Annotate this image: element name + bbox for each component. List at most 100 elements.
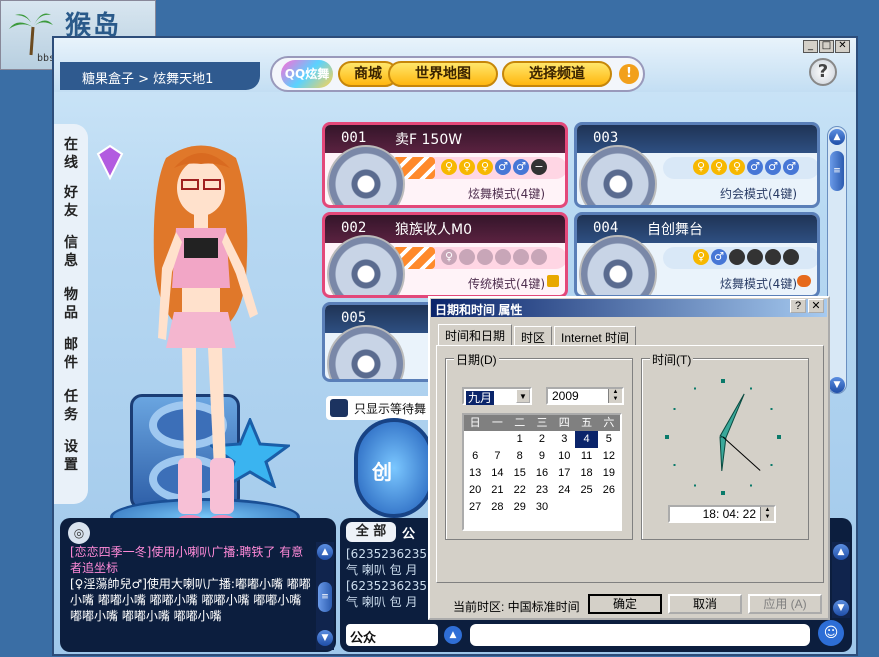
apply-button[interactable]: 应用 (A) (748, 594, 822, 614)
chat-tab-public[interactable]: 公 (402, 523, 415, 542)
calendar-day[interactable]: 2 (531, 431, 553, 448)
maximize-button[interactable]: □ (819, 40, 834, 53)
channel-dropdown-button[interactable]: ▲ (444, 626, 462, 644)
side-item-mail[interactable]: 邮件 (62, 336, 80, 372)
side-item-tasks[interactable]: 任务 (62, 388, 80, 424)
female-slot-icon: ♀ (729, 159, 745, 175)
chat-scrollbar[interactable]: ▲ ▼ (832, 542, 850, 618)
chevron-down-icon[interactable]: ▼ (516, 389, 530, 403)
ok-button[interactable]: 确定 (588, 594, 662, 614)
help-button[interactable]: ? (809, 58, 837, 86)
broadcast-scroll-up-button[interactable]: ▲ (317, 544, 333, 560)
calendar-day[interactable]: 28 (486, 499, 508, 516)
message-input[interactable] (470, 624, 810, 646)
clock-tick (721, 491, 725, 495)
calendar-day[interactable]: 29 (509, 499, 531, 516)
chat-tab-all[interactable]: 全 部 (346, 522, 396, 542)
room-card-004[interactable]: 004 自创舞台 ♀ ♂ 炫舞模式(4键) (574, 212, 820, 298)
breadcrumb: 糖果盒子 > 炫舞天地1 (60, 62, 260, 90)
wait-filter-checkbox[interactable] (330, 399, 348, 417)
world-map-button[interactable]: 世界地图 (388, 61, 498, 87)
close-button[interactable]: ✕ (835, 40, 850, 53)
calendar-day[interactable]: 26 (598, 482, 620, 499)
side-item-settings[interactable]: 设置 (62, 438, 80, 474)
calendar-day[interactable]: 13 (464, 465, 486, 482)
calendar-day[interactable]: 5 (598, 431, 620, 448)
room-card-002[interactable]: 002 狼族收人M0 ♀ 传统模式(4键) (322, 212, 568, 298)
calendar-day[interactable]: 1 (509, 431, 531, 448)
avatar-character[interactable] (126, 138, 276, 538)
calendar-day[interactable]: 17 (553, 465, 575, 482)
calendar-day[interactable]: 19 (598, 465, 620, 482)
calendar-day[interactable]: 9 (531, 448, 553, 465)
calendar-day[interactable]: 22 (509, 482, 531, 499)
calendar-day[interactable]: 10 (553, 448, 575, 465)
time-spin-buttons[interactable]: ▲ ▼ (760, 507, 774, 521)
calendar-day[interactable]: 20 (464, 482, 486, 499)
calendar-day[interactable]: 4 (575, 431, 598, 448)
room-scroll-thumb[interactable]: ≡ (830, 151, 844, 191)
game-logo: QQ炫舞 (281, 60, 333, 88)
create-room-button[interactable]: 创 (354, 418, 434, 518)
room-disc-image (327, 325, 405, 379)
room-scroll-down-button[interactable]: ▼ (829, 377, 845, 393)
calendar-day[interactable]: 3 (553, 431, 575, 448)
select-channel-button[interactable]: 选择频道 (502, 61, 612, 87)
time-spinner[interactable]: 18: 04: 22 ▲ ▼ (668, 505, 776, 523)
minimize-button[interactable]: _ (803, 40, 818, 53)
room-card-001[interactable]: 001 卖F 150W ♀ ♀ ♀ ♂ ♂ − 炫舞模式(4键) (322, 122, 568, 208)
calendar-day[interactable]: 8 (509, 448, 531, 465)
broadcast-scrollbar[interactable]: ▲ ≡ ▼ (316, 542, 334, 650)
tab-internet-time[interactable]: Internet 时间 (554, 326, 637, 346)
side-item-online[interactable]: 在线 (62, 136, 80, 172)
emoticon-button[interactable]: ☺ (818, 620, 844, 646)
chat-scroll-up-button[interactable]: ▲ (833, 544, 849, 560)
room-scroll-up-button[interactable]: ▲ (829, 129, 845, 145)
calendar-day[interactable]: 14 (486, 465, 508, 482)
weekday-header: 五 (581, 417, 593, 429)
room-card-003[interactable]: 003 ♀ ♀ ♀ ♂ ♂ ♂ 约会模式(4键) (574, 122, 820, 208)
calendar-day[interactable]: 18 (575, 465, 597, 482)
channel-select[interactable]: 公众 (346, 624, 438, 646)
chat-scroll-down-button[interactable]: ▼ (833, 600, 849, 616)
empty-slot-icon (747, 249, 763, 265)
calendar-day[interactable]: 27 (464, 499, 486, 516)
broadcast-scroll-down-button[interactable]: ▼ (317, 630, 333, 646)
side-item-friends[interactable]: 好友 (62, 184, 80, 220)
room-list-scrollbar[interactable]: ▲ ≡ ▼ (827, 126, 847, 394)
calendar-day[interactable]: 15 (509, 465, 531, 482)
lock-icon (547, 275, 559, 287)
empty-slot-icon (765, 249, 781, 265)
tab-timezone[interactable]: 时区 (514, 326, 553, 346)
diamond-icon (96, 144, 124, 181)
room-name: 卖F 150W (395, 132, 463, 148)
calendar-day[interactable]: 12 (598, 448, 620, 465)
broadcast-scroll-thumb[interactable]: ≡ (318, 582, 332, 612)
calendar-day[interactable]: 24 (553, 482, 575, 499)
year-spin-buttons[interactable]: ▲ ▼ (608, 389, 622, 403)
hour-hand (719, 436, 727, 472)
wait-filter[interactable]: 只显示等待舞 (326, 396, 434, 420)
month-select[interactable]: 九月 ▼ (462, 387, 532, 405)
calendar-day[interactable]: 30 (531, 499, 553, 516)
calendar-day[interactable]: 25 (575, 482, 597, 499)
tab-date-time[interactable]: 时间和日期 (438, 324, 513, 346)
dialog-help-button[interactable]: ? (790, 299, 806, 313)
year-spinner[interactable]: 2009 ▲ ▼ (546, 387, 624, 405)
time-group-label: 时间(T) (650, 351, 694, 368)
second-hand (722, 436, 761, 471)
cancel-button[interactable]: 取消 (668, 594, 742, 614)
calendar-day[interactable]: 7 (486, 448, 508, 465)
calendar-day[interactable]: 21 (486, 482, 508, 499)
calendar-day[interactable]: 11 (575, 448, 597, 465)
side-item-items[interactable]: 物品 (62, 286, 80, 322)
calendar-day[interactable]: 16 (531, 465, 553, 482)
calendar-day[interactable]: 6 (464, 448, 486, 465)
male-slot-icon: ♂ (495, 159, 511, 175)
chat-settings-icon[interactable]: ◎ (68, 522, 90, 544)
side-item-info[interactable]: 信息 (62, 234, 80, 270)
dialog-close-button[interactable]: ✕ (808, 299, 824, 313)
clock-tick (673, 464, 676, 466)
calendar-day[interactable]: 23 (531, 482, 553, 499)
alert-icon[interactable]: ! (619, 64, 639, 84)
